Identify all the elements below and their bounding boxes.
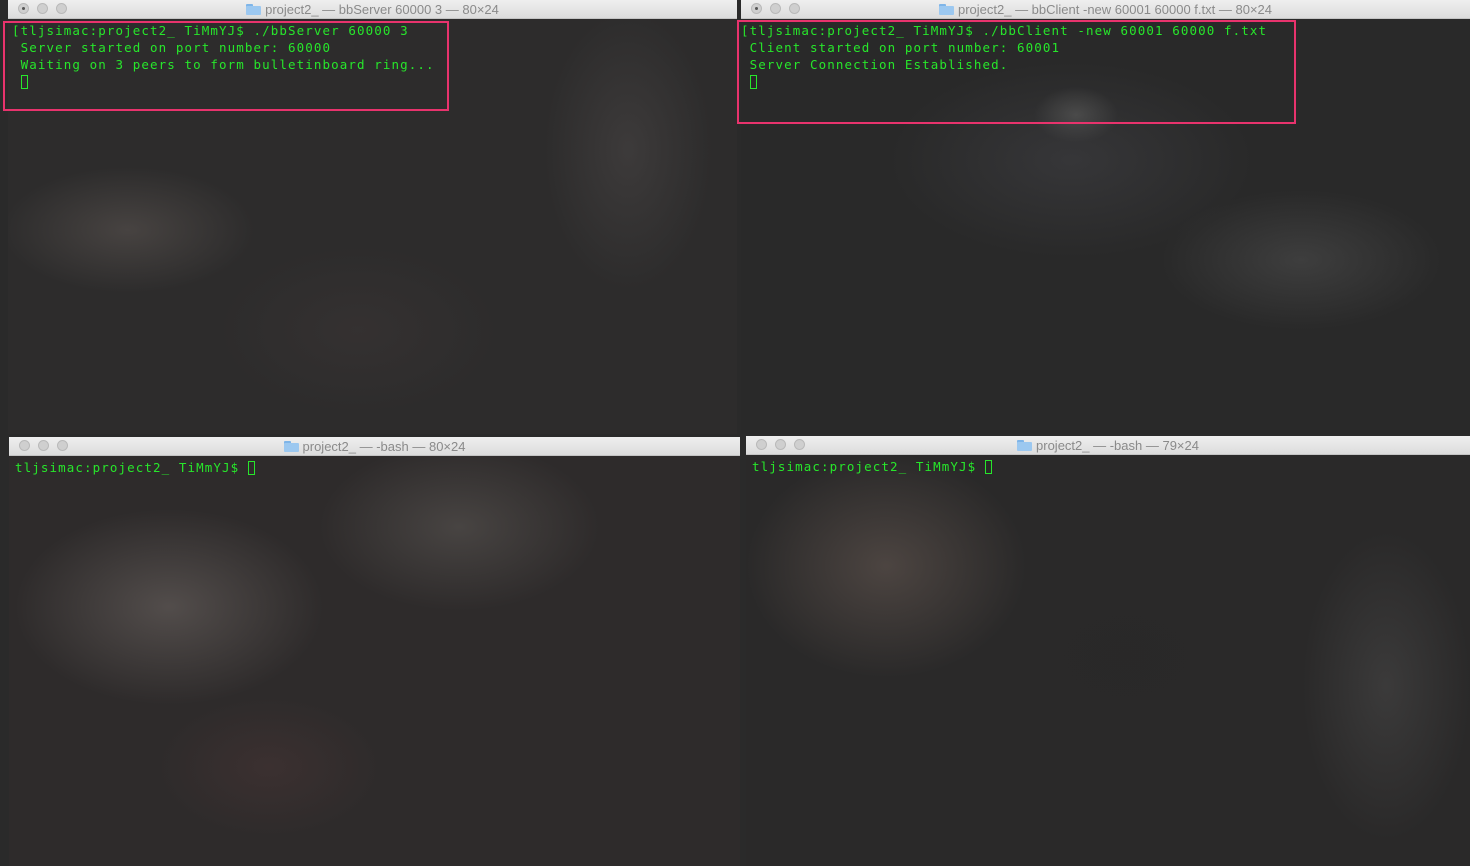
window-title: project2_ — bbServer 60000 3 — 80×24: [265, 1, 499, 17]
terminal-line: Waiting on 3 peers to form bulletinboard…: [12, 57, 435, 72]
window-titlebar[interactable]: project2_ — bbClient -new 60001 60000 f.…: [741, 0, 1470, 19]
minimize-button[interactable]: [37, 3, 48, 14]
folder-icon: [283, 440, 299, 452]
folder-icon: [1017, 439, 1033, 451]
folder-icon: [938, 3, 954, 15]
zoom-button[interactable]: [794, 439, 805, 450]
close-button[interactable]: [19, 440, 30, 451]
terminal-window-server[interactable]: project2_ — bbServer 60000 3 — 80×24 [tl…: [8, 0, 737, 434]
block-cursor: [984, 460, 992, 474]
window-title-wrap: project2_ — bbServer 60000 3 — 80×24: [246, 2, 499, 17]
desktop: project2_ — bbServer 60000 3 — 80×24 [tl…: [0, 0, 1470, 866]
window-titlebar[interactable]: project2_ — bbServer 60000 3 — 80×24: [8, 0, 737, 19]
terminal-window-bash-2[interactable]: project2_ — -bash — 79×24 tljsimac:proje…: [746, 436, 1470, 866]
terminal-output[interactable]: [tljsimac:project2_ TiMmYJ$ ./bbServer 6…: [8, 19, 737, 434]
window-title-wrap: project2_ — -bash — 80×24: [283, 438, 466, 454]
window-title: project2_ — -bash — 79×24: [1036, 437, 1199, 453]
block-cursor: [20, 75, 28, 89]
window-titlebar[interactable]: project2_ — -bash — 79×24: [746, 436, 1470, 455]
block-cursor: [247, 461, 255, 475]
terminal-window-client[interactable]: project2_ — bbClient -new 60001 60000 f.…: [741, 0, 1470, 434]
zoom-button[interactable]: [56, 3, 67, 14]
terminal-line: [tljsimac:project2_ TiMmYJ$ ./bbClient -…: [741, 23, 1268, 38]
cursor-line: [741, 73, 1466, 90]
terminal-line: Server started on port number: 60000: [12, 40, 332, 55]
zoom-button[interactable]: [57, 440, 68, 451]
window-titlebar[interactable]: project2_ — -bash — 80×24: [9, 437, 740, 456]
window-controls: [756, 439, 805, 450]
minimize-button[interactable]: [770, 3, 781, 14]
shell-prompt: tljsimac:project2_ TiMmYJ$: [752, 459, 985, 474]
window-title: project2_ — bbClient -new 60001 60000 f.…: [957, 1, 1272, 17]
window-controls: [751, 3, 800, 14]
terminal-line: Client started on port number: 60001: [741, 40, 1061, 55]
window-title: project2_ — -bash — 80×24: [302, 438, 466, 454]
shell-prompt: tljsimac:project2_ TiMmYJ$: [15, 460, 248, 475]
close-button[interactable]: [751, 3, 762, 14]
block-cursor: [749, 75, 757, 89]
zoom-button[interactable]: [789, 3, 800, 14]
minimize-button[interactable]: [38, 440, 49, 451]
terminal-output[interactable]: [tljsimac:project2_ TiMmYJ$ ./bbClient -…: [741, 19, 1470, 434]
folder-icon: [246, 3, 262, 15]
close-button[interactable]: [18, 3, 29, 14]
terminal-output[interactable]: tljsimac:project2_ TiMmYJ$: [746, 455, 1470, 866]
cursor-line: [12, 73, 733, 90]
terminal-line: Server Connection Established.: [741, 57, 1009, 72]
window-controls: [19, 440, 68, 451]
window-controls: [18, 3, 67, 14]
window-title-wrap: project2_ — -bash — 79×24: [1017, 438, 1199, 453]
minimize-button[interactable]: [775, 439, 786, 450]
terminal-window-bash-1[interactable]: project2_ — -bash — 80×24 tljsimac:proje…: [9, 437, 740, 866]
close-button[interactable]: [756, 439, 767, 450]
terminal-line: [tljsimac:project2_ TiMmYJ$ ./bbServer 6…: [12, 23, 409, 38]
terminal-output[interactable]: tljsimac:project2_ TiMmYJ$: [9, 456, 740, 866]
window-title-wrap: project2_ — bbClient -new 60001 60000 f.…: [938, 1, 1272, 17]
